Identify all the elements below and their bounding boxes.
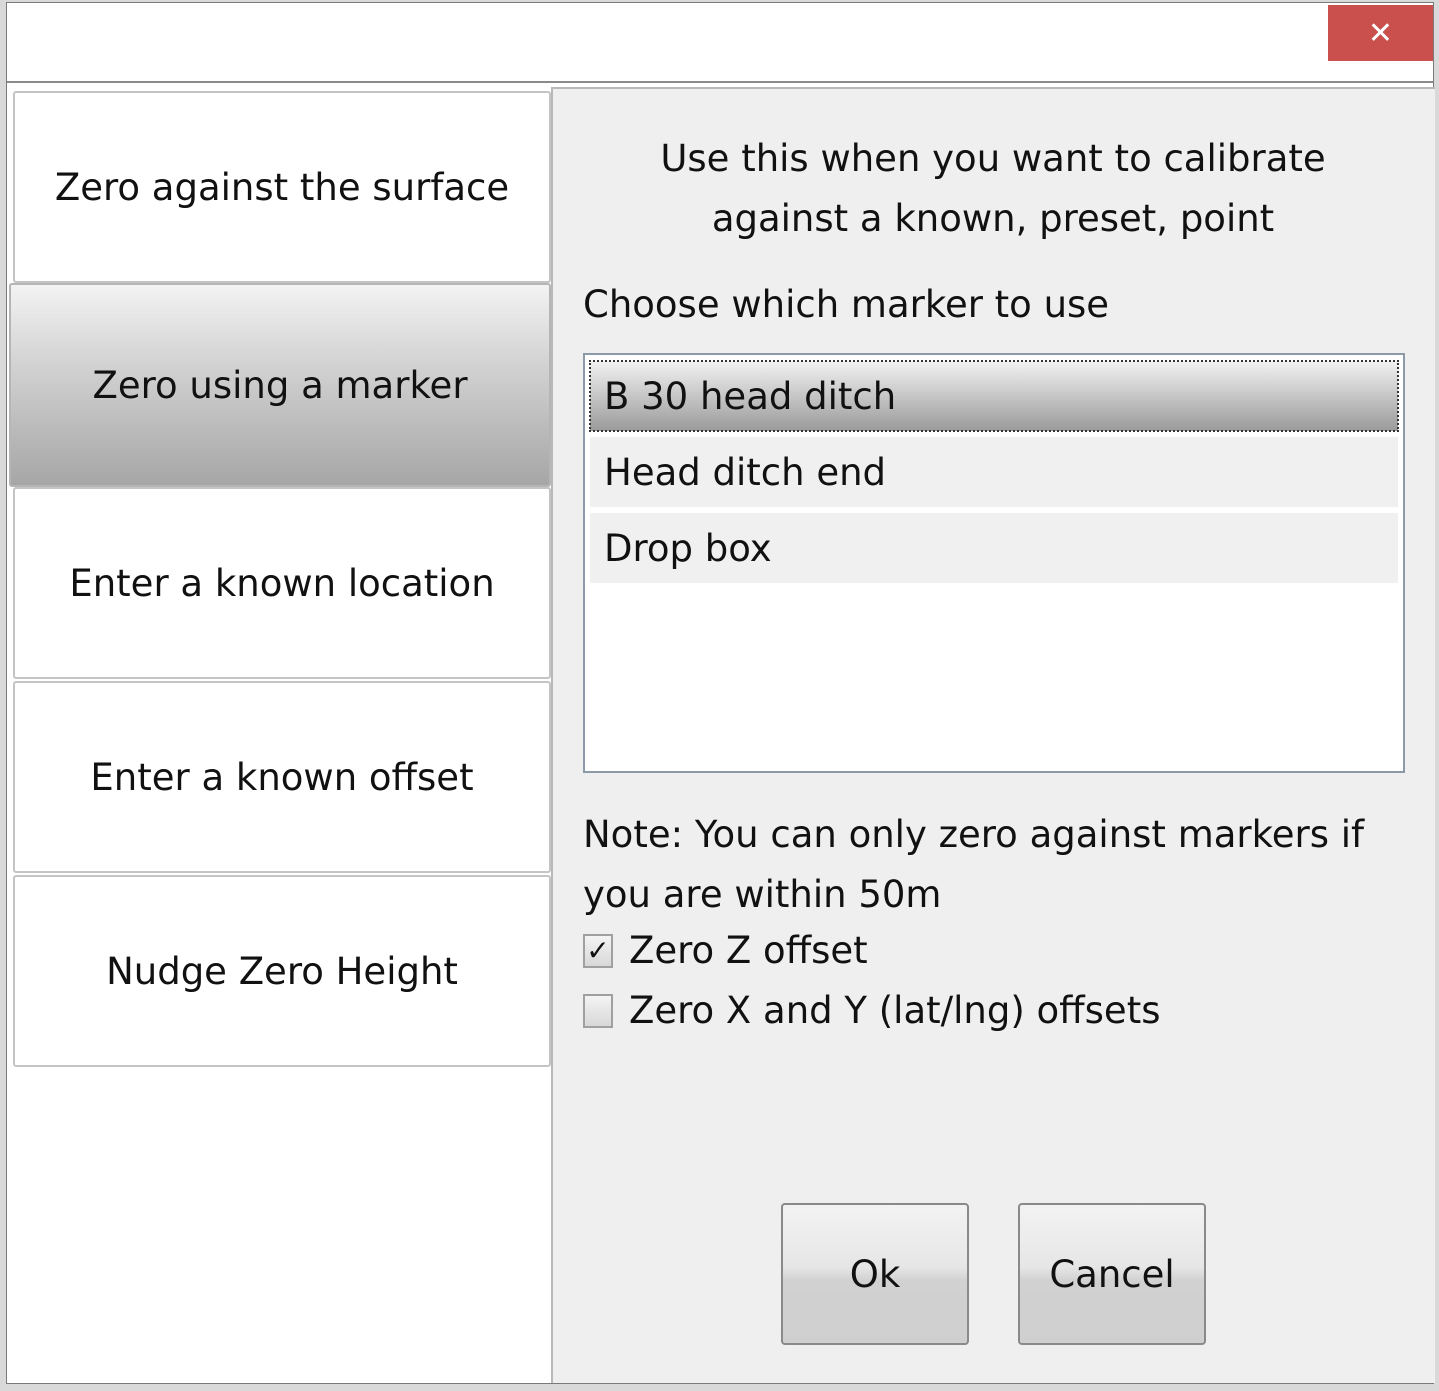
list-item-label: Head ditch end xyxy=(604,450,887,494)
zero-z-offset-checkbox[interactable]: ✓ Zero Z offset xyxy=(583,929,868,972)
list-item-label: Drop box xyxy=(604,526,772,570)
marker-prompt: Choose which marker to use xyxy=(583,283,1110,326)
checkbox-label: Zero X and Y (lat/lng) offsets xyxy=(629,989,1161,1032)
nav-item-zero-marker[interactable]: Zero using a marker xyxy=(9,283,551,487)
list-item[interactable]: Drop box xyxy=(590,513,1398,583)
marker-panel: Use this when you want to calibrate agai… xyxy=(551,87,1435,1383)
calibration-dialog: ✕ Zero against the surface Zero using a … xyxy=(6,2,1435,1384)
title-bar: ✕ xyxy=(7,3,1433,83)
checkbox-checked-icon[interactable]: ✓ xyxy=(583,933,613,968)
nav-item-zero-surface[interactable]: Zero against the surface xyxy=(13,91,551,283)
checkbox-unchecked-icon[interactable] xyxy=(583,993,613,1028)
list-item-label: B 30 head ditch xyxy=(604,374,897,418)
panel-description: Use this when you want to calibrate agai… xyxy=(660,137,1326,240)
nav-item-known-offset[interactable]: Enter a known offset xyxy=(13,681,551,873)
ok-button[interactable]: Ok xyxy=(781,1203,969,1345)
nav-item-label: Enter a known location xyxy=(69,561,495,605)
close-button[interactable]: ✕ xyxy=(1328,5,1433,61)
cancel-button[interactable]: Cancel xyxy=(1018,1203,1206,1345)
zero-xy-offset-checkbox[interactable]: Zero X and Y (lat/lng) offsets xyxy=(583,989,1160,1032)
nav-item-label: Enter a known offset xyxy=(90,755,474,799)
calibration-method-nav: Zero against the surface Zero using a ma… xyxy=(9,91,551,1379)
marker-listbox[interactable]: B 30 head ditch Head ditch end Drop box xyxy=(583,353,1405,773)
list-item[interactable]: Head ditch end xyxy=(590,437,1398,507)
nav-item-label: Nudge Zero Height xyxy=(106,949,458,993)
proximity-note: Note: You can only zero against markers … xyxy=(583,813,1365,916)
nav-item-known-location[interactable]: Enter a known location xyxy=(13,487,551,679)
checkbox-label: Zero Z offset xyxy=(629,929,868,972)
nav-item-label: Zero against the surface xyxy=(54,165,510,209)
nav-item-nudge-zero-height[interactable]: Nudge Zero Height xyxy=(13,875,551,1067)
close-icon: ✕ xyxy=(1367,15,1394,51)
nav-item-label: Zero using a marker xyxy=(92,363,468,407)
list-item[interactable]: B 30 head ditch xyxy=(589,360,1399,432)
